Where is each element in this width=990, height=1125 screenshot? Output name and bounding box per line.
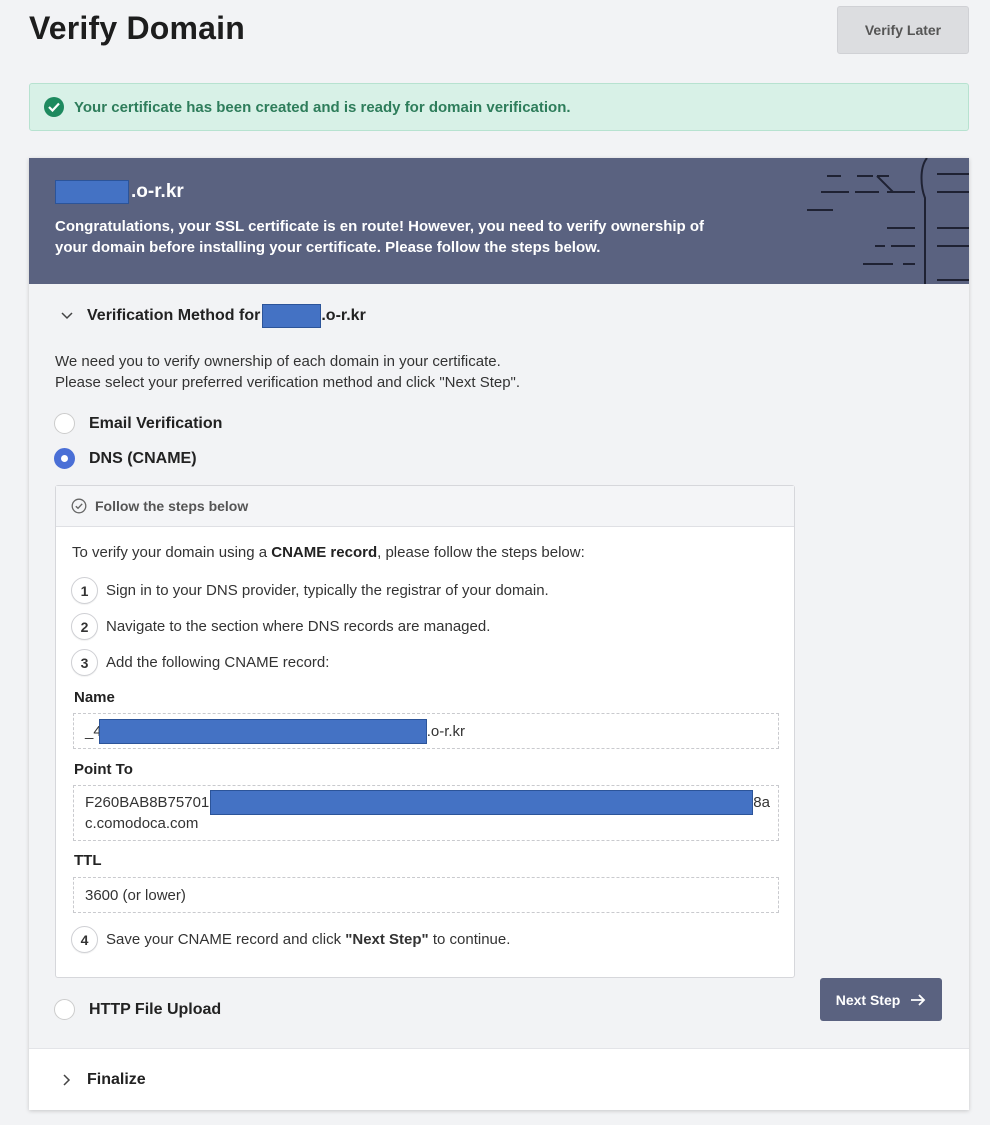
- verification-method-label: Verification Method for: [87, 307, 261, 324]
- next-step-button[interactable]: Next Step: [820, 978, 942, 1021]
- step-number: 4: [71, 926, 98, 953]
- verification-intro: We need you to verify ownership of each …: [55, 351, 520, 393]
- redacted-value: [98, 719, 427, 744]
- point-to-field[interactable]: F260BAB8B75701 8a c.comodoca.com: [73, 785, 779, 841]
- step-2: 2 Navigate to the section where DNS reco…: [71, 613, 490, 640]
- arrow-right-icon: [910, 993, 926, 1006]
- step-number: 2: [71, 613, 98, 640]
- name-suffix: .o-r.kr: [426, 723, 466, 740]
- radio-dns-cname[interactable]: DNS (CNAME): [54, 448, 197, 469]
- radio-label: DNS (CNAME): [89, 449, 197, 467]
- step-text: Navigate to the section where DNS record…: [106, 618, 491, 635]
- steps-intro: To verify your domain using a CNAME reco…: [72, 544, 585, 561]
- radio-http-file-upload[interactable]: HTTP File Upload: [54, 999, 221, 1020]
- steps-panel-header: Follow the steps below: [56, 486, 794, 527]
- domain-suffix: .o-r.kr: [131, 181, 184, 202]
- finalize-label: Finalize: [87, 1070, 146, 1088]
- page-title: Verify Domain: [29, 10, 246, 46]
- step-1: 1 Sign in to your DNS provider, typicall…: [71, 577, 549, 604]
- decorative-lines: [807, 158, 969, 284]
- ttl-field[interactable]: 3600 (or lower): [73, 877, 779, 913]
- step-3: 3 Add the following CNAME record:: [71, 649, 329, 676]
- chevron-down-icon: [55, 312, 79, 320]
- step-number: 3: [71, 649, 98, 676]
- intro-line-1: We need you to verify ownership of each …: [55, 353, 501, 370]
- point-to-prefix: F260BAB8B75701: [85, 794, 210, 811]
- radio-email-verification[interactable]: Email Verification: [54, 413, 222, 434]
- chevron-right-icon: [55, 1073, 79, 1086]
- check-circle-outline-icon: [71, 498, 87, 514]
- next-step-label: Next Step: [835, 991, 901, 1008]
- card-header: .o-r.kr Congratulations, your SSL certif…: [29, 158, 969, 284]
- finalize-toggle[interactable]: Finalize: [29, 1048, 969, 1110]
- redacted-domain: [262, 304, 322, 328]
- step-text: Save your CNAME record and click "Next S…: [106, 931, 511, 948]
- verification-card: .o-r.kr Congratulations, your SSL certif…: [29, 158, 969, 1110]
- point-to-label: Point To: [74, 761, 133, 778]
- ttl-value: 3600 (or lower): [85, 887, 186, 904]
- domain-title: .o-r.kr: [55, 180, 184, 204]
- verification-domain-suffix: .o-r.kr: [321, 307, 366, 324]
- radio-button-selected[interactable]: [54, 448, 75, 469]
- dns-steps-panel: Follow the steps below To verify your do…: [55, 485, 795, 978]
- radio-label: HTTP File Upload: [89, 1000, 222, 1018]
- step-number: 1: [71, 577, 98, 604]
- name-label: Name: [74, 689, 115, 706]
- redacted-domain: [55, 180, 129, 204]
- alert-message: Your certificate has been created and is…: [74, 98, 571, 116]
- steps-header-label: Follow the steps below: [95, 498, 249, 514]
- check-circle-icon: [44, 97, 64, 117]
- redacted-value: [210, 790, 754, 815]
- success-alert: Your certificate has been created and is…: [29, 83, 969, 131]
- point-to-line-2: c.comodoca.com: [85, 815, 199, 832]
- verify-later-button[interactable]: Verify Later: [837, 6, 969, 54]
- name-field[interactable]: _4 .o-r.kr: [73, 713, 779, 749]
- step-text: Add the following CNAME record:: [106, 654, 330, 671]
- intro-line-2: Please select your preferred verificatio…: [55, 374, 521, 391]
- step-text: Sign in to your DNS provider, typically …: [106, 582, 549, 599]
- step-4: 4 Save your CNAME record and click "Next…: [71, 926, 510, 953]
- radio-button[interactable]: [54, 999, 75, 1020]
- radio-label: Email Verification: [89, 414, 223, 432]
- point-to-suffix: 8a: [753, 794, 770, 811]
- ttl-label: TTL: [74, 852, 102, 869]
- header-message: Congratulations, your SSL certificate is…: [55, 218, 705, 256]
- radio-button[interactable]: [54, 413, 75, 434]
- verification-method-toggle[interactable]: Verification Method for .o-r.kr: [55, 304, 366, 328]
